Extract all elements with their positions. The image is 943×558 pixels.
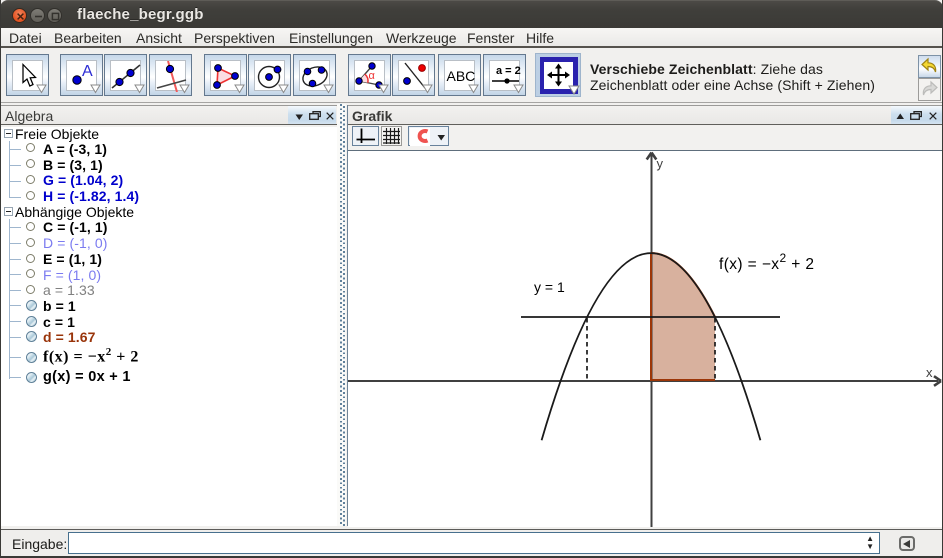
svg-text:x: x (926, 365, 933, 380)
svg-text:ABC: ABC (447, 68, 476, 84)
svg-text:a = 2: a = 2 (496, 65, 521, 77)
svg-text:y = 1: y = 1 (534, 279, 565, 295)
svg-text:y: y (657, 156, 664, 171)
svg-text:α: α (369, 70, 376, 82)
svg-text:A: A (82, 63, 93, 80)
svg-text:f(x) = −x2 + 2: f(x) = −x2 + 2 (719, 251, 814, 273)
